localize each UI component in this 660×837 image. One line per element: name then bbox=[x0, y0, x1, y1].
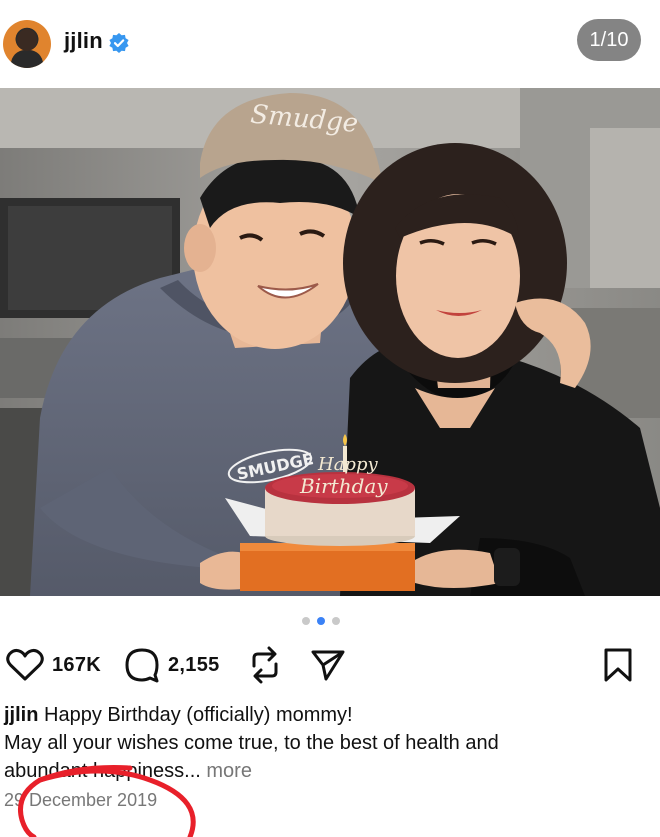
image-counter: 1/10 bbox=[577, 19, 641, 61]
more-link[interactable]: more bbox=[201, 760, 252, 782]
action-bar: 167K 2,155 bbox=[0, 640, 660, 690]
share-button[interactable] bbox=[310, 646, 346, 684]
caption-text-3: abundant happiness... bbox=[4, 760, 201, 782]
cake-topper-text-1: Happy bbox=[317, 454, 378, 475]
caption-username[interactable]: jjlin bbox=[4, 704, 38, 726]
comment-icon bbox=[125, 648, 159, 683]
heart-icon bbox=[6, 648, 44, 681]
repost-button[interactable] bbox=[248, 646, 282, 684]
carousel-dot-active bbox=[317, 617, 325, 625]
username[interactable]: jjlin bbox=[64, 28, 103, 54]
post-date: 29 December 2019 bbox=[4, 790, 158, 810]
caption-line-1: jjlin Happy Birthday (officially) mommy! bbox=[4, 701, 654, 729]
caption-line-2: May all your wishes come true, to the be… bbox=[4, 732, 499, 754]
save-button[interactable] bbox=[603, 646, 633, 684]
caption-text-1: Happy Birthday (officially) mommy! bbox=[38, 704, 353, 726]
cake-topper-text-2: Birthday bbox=[299, 474, 388, 498]
carousel-indicator bbox=[302, 616, 358, 626]
like-count: 167K bbox=[52, 653, 102, 676]
comment-button[interactable]: 2,155 bbox=[124, 646, 220, 684]
comment-count: 2,155 bbox=[168, 653, 220, 676]
bookmark-icon bbox=[604, 648, 632, 682]
post-header: jjlin 1/10 bbox=[0, 0, 660, 88]
send-icon bbox=[311, 650, 345, 681]
post-caption: jjlin Happy Birthday (officially) mommy!… bbox=[4, 701, 654, 785]
caption-line-3: abundant happiness... more bbox=[4, 757, 654, 785]
repost-icon bbox=[252, 646, 278, 684]
like-button[interactable]: 167K bbox=[6, 646, 101, 684]
post-photo[interactable]: Smudge SMUDGE Happy Birthday bbox=[0, 88, 660, 596]
carousel-dot bbox=[302, 617, 310, 625]
carousel-dot bbox=[332, 617, 340, 625]
verified-badge-icon bbox=[109, 33, 129, 53]
avatar-icon[interactable] bbox=[3, 20, 51, 68]
